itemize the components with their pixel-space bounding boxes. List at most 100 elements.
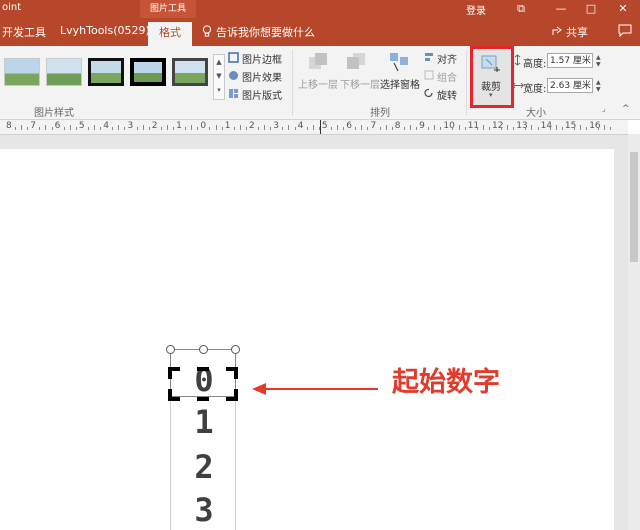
minimize-button[interactable]: —	[546, 0, 576, 18]
ruler-tick	[513, 127, 515, 130]
ruler-tick	[598, 127, 600, 130]
annotation-arrow	[252, 383, 378, 395]
ruler-label: 2	[249, 121, 255, 131]
picture-layout-icon	[228, 88, 239, 102]
height-input[interactable]: 1.57 厘米	[547, 53, 593, 68]
ruler-tick	[21, 125, 23, 130]
share-button[interactable]: 共享	[566, 24, 588, 40]
tab-lvyhtools[interactable]: LvyhTools(0529)	[60, 24, 150, 37]
ruler-tick	[531, 125, 533, 130]
picture-style-thumbnail-1[interactable]	[4, 58, 40, 86]
group-button[interactable]: 组合	[437, 69, 457, 84]
ruler-label: 1	[176, 121, 182, 131]
send-backward-button[interactable]: 下移一层	[340, 76, 380, 91]
horizontal-ruler[interactable]: 8 7 6 5 4 3 2 1 0 1 2 3 4 5 6 7 8 9 10 11 12 13 14 15 16	[0, 120, 628, 135]
slide-canvas[interactable]: 0 1 2 3	[0, 149, 614, 530]
width-input[interactable]: 2.63 厘米	[547, 78, 593, 93]
ruler-tick	[166, 125, 168, 130]
maximize-button[interactable]: □	[576, 0, 606, 18]
ruler-tick	[379, 127, 381, 130]
size-dialog-launcher-icon[interactable]: ⌟	[602, 104, 606, 113]
ruler-tick	[537, 127, 539, 130]
picture-style-thumbnail-4[interactable]	[130, 58, 166, 86]
ruler-tick	[361, 125, 363, 130]
ruler-tick	[452, 127, 454, 130]
ruler-label: 6	[346, 121, 352, 131]
ruler-tick	[221, 127, 223, 130]
ruler-label: 1	[224, 121, 231, 131]
ruler-tick	[173, 127, 175, 130]
title-bar: oint 图片工具 登录 ⧉ — □ ✕	[0, 0, 640, 18]
selection-pane-button[interactable]: 选择窗格	[380, 76, 420, 91]
ruler-tick	[604, 125, 606, 130]
slide-workspace: 0 1 2 3	[0, 135, 628, 530]
scrollbar-thumb[interactable]	[630, 152, 638, 262]
ribbon-display-options-button[interactable]: ⧉	[506, 0, 536, 18]
ruler-tick	[258, 127, 260, 130]
resize-handle-top-right[interactable]	[231, 345, 240, 354]
picture-style-thumbnail-2[interactable]	[46, 58, 82, 86]
ruler-tick	[160, 127, 162, 130]
picture-styles-group-label: 图片样式	[34, 108, 74, 119]
arrange-group-label: 排列	[370, 108, 390, 119]
picture-effects-button[interactable]: 图片效果	[242, 69, 282, 84]
ruler-tick	[330, 127, 332, 130]
ruler-tick	[343, 127, 345, 130]
ruler-tick	[191, 125, 193, 130]
width-stepper[interactable]: ▲ ▼	[596, 79, 601, 93]
crop-icon	[480, 54, 502, 77]
ruler-tick	[482, 125, 484, 130]
ribbon: ▲ ▼ ▾ 图片边框 图片效果 图片版式 图片样式 上移一层 下移一层 选择窗格 对…	[0, 46, 640, 120]
bring-forward-button[interactable]: 上移一层	[298, 76, 338, 91]
annotation-label: 起始数字	[392, 367, 500, 398]
ruler-tick	[282, 127, 284, 130]
tab-format[interactable]: 格式	[148, 22, 192, 46]
ruler-label: 5	[78, 121, 85, 131]
ruler-label: 3	[273, 121, 280, 131]
close-button[interactable]: ✕	[608, 0, 638, 18]
ruler-tick	[124, 127, 126, 130]
ruler-tick	[118, 125, 120, 130]
ruler-tick	[142, 125, 144, 130]
ruler-tick	[416, 127, 418, 130]
resize-handle-top[interactable]	[199, 345, 208, 354]
tell-me-search[interactable]: 告诉我你想要做什么	[216, 24, 315, 40]
ruler-tick	[391, 127, 393, 130]
picture-style-thumbnail-3[interactable]	[88, 58, 124, 86]
ruler-tick	[112, 127, 114, 130]
align-button[interactable]: 对齐	[437, 51, 457, 66]
vertical-scrollbar[interactable]	[628, 134, 640, 530]
ruler-tick	[264, 125, 266, 130]
crop-handles[interactable]	[168, 367, 238, 401]
ruler-tick	[197, 127, 199, 130]
tab-developer[interactable]: 开发工具	[2, 24, 46, 40]
ruler-tick	[15, 127, 17, 130]
chevron-down-icon: ▾	[489, 91, 493, 99]
ruler-tick	[148, 127, 150, 130]
ruler-tick	[573, 127, 575, 130]
ruler-tick	[233, 127, 235, 130]
ruler-tick	[215, 125, 217, 130]
picture-style-thumbnail-5[interactable]	[172, 58, 208, 86]
ruler-tick	[51, 127, 53, 130]
share-icon	[551, 25, 563, 40]
picture-layout-button[interactable]: 图片版式	[242, 87, 282, 102]
ruler-cursor-marker	[320, 120, 321, 134]
gallery-scroll-buttons[interactable]: ▲ ▼ ▾	[213, 54, 225, 100]
rotate-icon	[424, 88, 434, 101]
comment-icon[interactable]	[618, 24, 632, 40]
ruler-tick	[245, 127, 247, 130]
ruler-tick	[288, 125, 290, 130]
ruler-tick	[458, 125, 460, 130]
picture-border-button[interactable]: 图片边框	[242, 51, 282, 66]
ruler-tick	[87, 127, 89, 130]
ruler-label: 7	[30, 121, 37, 131]
ruler-tick	[440, 127, 442, 130]
height-stepper[interactable]: ▲ ▼	[596, 54, 601, 68]
login-link[interactable]: 登录	[466, 2, 486, 17]
resize-handle-top-left[interactable]	[166, 345, 175, 354]
ruler-tick	[39, 127, 41, 130]
ruler-tick	[476, 127, 478, 130]
collapse-ribbon-icon[interactable]: ^	[622, 104, 630, 114]
rotate-button[interactable]: 旋转	[437, 87, 457, 102]
